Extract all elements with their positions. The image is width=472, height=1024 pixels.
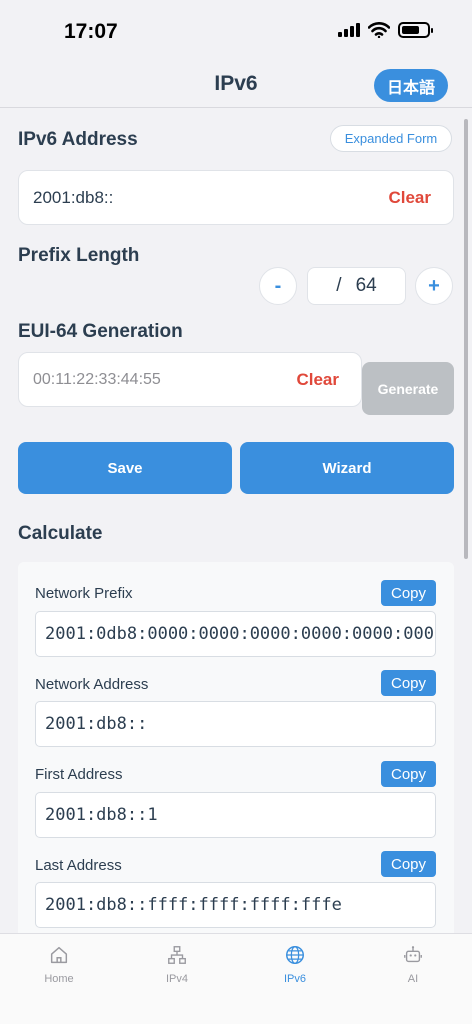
copy-last-address-button[interactable]: Copy bbox=[381, 851, 436, 877]
globe-icon bbox=[286, 946, 304, 964]
network-icon bbox=[168, 946, 186, 964]
copy-network-prefix-button[interactable]: Copy bbox=[381, 580, 436, 606]
mac-address-placeholder[interactable]: 00:11:22:33:44:55 bbox=[33, 371, 161, 389]
first-address-value[interactable]: 2001:db8::1 bbox=[35, 792, 436, 838]
cellular-signal-icon bbox=[338, 23, 360, 37]
robot-icon bbox=[404, 946, 422, 963]
ipv6-address-field[interactable]: 2001:db8:: Clear bbox=[18, 170, 454, 225]
tab-ipv6[interactable]: IPv6 bbox=[255, 944, 335, 985]
tab-ipv4-label: IPv4 bbox=[165, 973, 188, 985]
copy-network-address-button[interactable]: Copy bbox=[381, 670, 436, 696]
battery-icon bbox=[398, 22, 433, 38]
wifi-icon bbox=[368, 22, 390, 38]
scrollbar[interactable] bbox=[464, 119, 468, 559]
tab-home-label: Home bbox=[44, 973, 74, 985]
clear-mac-button[interactable]: Clear bbox=[296, 370, 339, 390]
first-address-label: First Address bbox=[35, 766, 123, 783]
mac-address-field[interactable]: 00:11:22:33:44:55 Clear bbox=[18, 352, 362, 407]
main-content[interactable]: IPv6 Address Expanded Form 2001:db8:: Cl… bbox=[0, 109, 472, 933]
last-address-label: Last Address bbox=[35, 857, 122, 874]
tab-ai[interactable]: AI bbox=[373, 944, 453, 985]
prefix-slash: / bbox=[336, 275, 342, 296]
decrement-prefix-button[interactable]: - bbox=[259, 267, 297, 305]
tab-home[interactable]: Home bbox=[19, 944, 99, 985]
last-address-value[interactable]: 2001:db8::ffff:ffff:ffff:fffe bbox=[35, 882, 436, 928]
copy-first-address-button[interactable]: Copy bbox=[381, 761, 436, 787]
network-prefix-value[interactable]: 2001:0db8:0000:0000:0000:0000:0000:0000 bbox=[35, 611, 436, 657]
prefix-length-title: Prefix Length bbox=[18, 245, 140, 266]
calculate-title: Calculate bbox=[18, 523, 103, 544]
wizard-button[interactable]: Wizard bbox=[240, 442, 454, 494]
increment-prefix-button[interactable]: + bbox=[415, 267, 453, 305]
network-address-label: Network Address bbox=[35, 676, 149, 693]
language-button[interactable]: 日本語 bbox=[374, 69, 448, 102]
results-card: Network Prefix Copy 2001:0db8:0000:0000:… bbox=[18, 562, 454, 933]
ipv6-address-title: IPv6 Address bbox=[18, 129, 138, 150]
clear-address-button[interactable]: Clear bbox=[388, 188, 431, 208]
prefix-length-value[interactable]: 64 bbox=[356, 275, 377, 297]
tab-bar: Home IPv4 IPv6 AI bbox=[0, 933, 472, 1024]
network-address-value[interactable]: 2001:db8:: bbox=[35, 701, 436, 747]
eui64-generation-title: EUI-64 Generation bbox=[18, 321, 183, 342]
tab-ipv6-label: IPv6 bbox=[283, 973, 306, 985]
save-button[interactable]: Save bbox=[18, 442, 232, 494]
prefix-length-field[interactable]: / 64 bbox=[307, 267, 406, 305]
expanded-form-button[interactable]: Expanded Form bbox=[330, 125, 452, 152]
tab-ipv4[interactable]: IPv4 bbox=[137, 944, 217, 985]
navigation-header: IPv6 日本語 bbox=[0, 64, 472, 108]
ipv6-address-value[interactable]: 2001:db8:: bbox=[33, 188, 113, 208]
status-icons bbox=[338, 22, 433, 38]
status-time: 17:07 bbox=[64, 20, 118, 43]
home-icon bbox=[50, 946, 68, 964]
generate-button[interactable]: Generate bbox=[362, 362, 454, 415]
tab-ai-label: AI bbox=[407, 973, 419, 985]
network-prefix-label: Network Prefix bbox=[35, 585, 133, 602]
status-bar: 17:07 bbox=[0, 0, 472, 64]
